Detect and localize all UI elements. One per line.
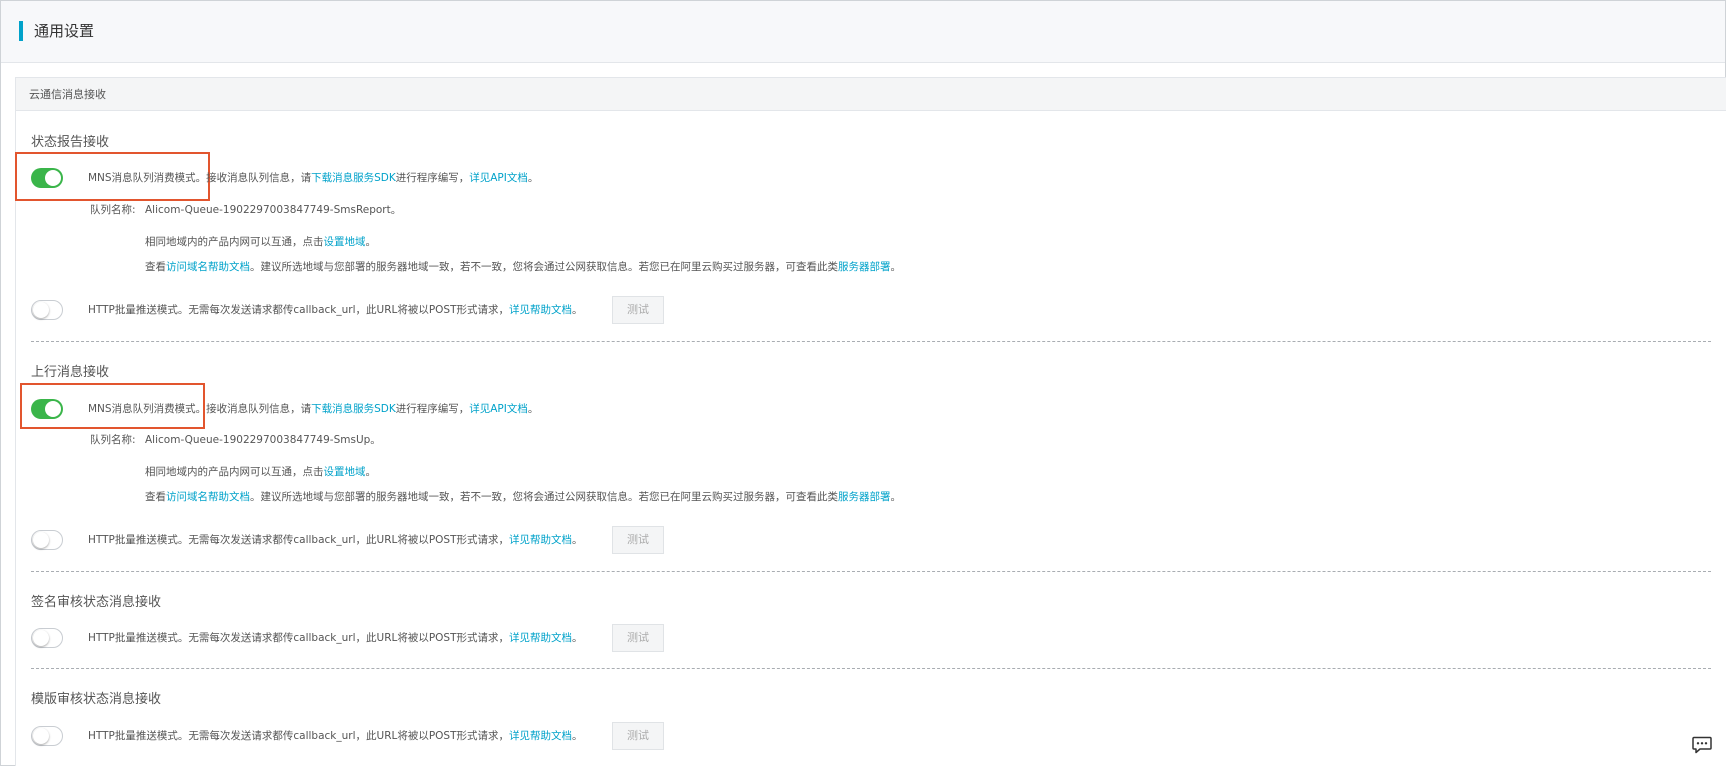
status-http-toggle[interactable] xyxy=(31,300,63,320)
toggle-knob xyxy=(33,630,49,646)
status-domain-help-link[interactable]: 访问域名帮助文档 xyxy=(166,261,250,273)
upstream-region-note: 相同地域内的产品内网可以互通，点击设置地域。 xyxy=(145,465,376,479)
upstream-download-sdk-link[interactable]: 下载消息服务SDK xyxy=(311,403,396,415)
section-title-status-report: 状态报告接收 xyxy=(31,135,110,150)
toggle-knob xyxy=(45,170,61,186)
template-http-description: HTTP批量推送模式。无需每次发送请求都传callback_url，此URL将被… xyxy=(88,729,583,743)
status-set-region-link[interactable]: 设置地域 xyxy=(324,236,366,248)
template-http-text: HTTP批量推送模式。无需每次发送请求都传callback_url，此URL将被… xyxy=(88,730,510,742)
signature-http-end: 。 xyxy=(572,632,583,644)
chat-bubble-icon[interactable] xyxy=(1692,736,1712,754)
upstream-set-region-link[interactable]: 设置地域 xyxy=(324,466,366,478)
upstream-http-description: HTTP批量推送模式。无需每次发送请求都传callback_url，此URL将被… xyxy=(88,533,583,547)
divider xyxy=(31,571,1711,572)
panel-header: 云通信消息接收 xyxy=(16,78,1726,111)
signature-http-help-link[interactable]: 详见帮助文档 xyxy=(509,632,572,644)
status-mns-description: MNS消息队列消费模式。接收消息队列信息，请下载消息服务SDK进行程序编写，详见… xyxy=(88,171,538,185)
status-help-end: 。 xyxy=(890,261,902,273)
status-http-description: HTTP批量推送模式。无需每次发送请求都传callback_url，此URL将被… xyxy=(88,303,583,317)
upstream-help-end: 。 xyxy=(890,491,902,503)
status-help-pre: 查看 xyxy=(145,261,166,273)
status-help-text: 。建议所选地域与您部署的服务器地域一致，若不一致，您将会通过公网获取信息。若您已… xyxy=(250,261,838,273)
signature-http-description: HTTP批量推送模式。无需每次发送请求都传callback_url，此URL将被… xyxy=(88,631,583,645)
status-region-end: 。 xyxy=(365,236,377,248)
toggle-knob xyxy=(33,302,49,318)
toggle-knob xyxy=(33,532,49,548)
template-http-toggle[interactable] xyxy=(31,726,63,746)
status-http-help-link[interactable]: 详见帮助文档 xyxy=(509,304,572,316)
template-http-end: 。 xyxy=(572,730,583,742)
upstream-server-deploy-link[interactable]: 服务器部署 xyxy=(838,491,891,503)
status-mns-mid-text: 进行程序编写， xyxy=(395,172,470,184)
chat-bubble-svg xyxy=(1692,736,1712,754)
status-server-deploy-link[interactable]: 服务器部署 xyxy=(838,261,891,273)
upstream-mns-text: MNS消息队列消费模式。接收消息队列信息，请 xyxy=(88,403,312,415)
divider xyxy=(31,341,1711,342)
upstream-queue-name: Alicom-Queue-1902297003847749-SmsUp。 xyxy=(145,434,381,446)
title-accent-bar xyxy=(19,21,23,41)
upstream-help-pre: 查看 xyxy=(145,491,166,503)
status-http-text: HTTP批量推送模式。无需每次发送请求都传callback_url，此URL将被… xyxy=(88,304,510,316)
status-mns-toggle[interactable] xyxy=(31,168,63,188)
template-http-help-link[interactable]: 详见帮助文档 xyxy=(509,730,572,742)
section-title-upstream: 上行消息接收 xyxy=(31,365,110,380)
upstream-http-help-link[interactable]: 详见帮助文档 xyxy=(509,534,572,546)
divider xyxy=(31,668,1711,669)
page-title: 通用设置 xyxy=(34,22,95,40)
status-mns-end: 。 xyxy=(527,172,539,184)
section-title-template-review: 模版审核状态消息接收 xyxy=(31,692,162,707)
status-queue-name: Alicom-Queue-1902297003847749-SmsReport。 xyxy=(145,204,402,216)
upstream-http-end: 。 xyxy=(572,534,583,546)
panel-title: 云通信消息接收 xyxy=(29,88,106,101)
signature-http-toggle[interactable] xyxy=(31,628,63,648)
status-api-doc-link[interactable]: 详见API文档 xyxy=(469,172,528,184)
upstream-mns-mid-text: 进行程序编写， xyxy=(395,403,470,415)
upstream-queue-label: 队列名称: xyxy=(90,434,136,446)
upstream-http-text: HTTP批量推送模式。无需每次发送请求都传callback_url，此URL将被… xyxy=(88,534,510,546)
upstream-http-toggle[interactable] xyxy=(31,530,63,550)
status-http-end: 。 xyxy=(572,304,583,316)
upstream-test-button[interactable]: 测试 xyxy=(612,526,664,554)
upstream-help-text: 。建议所选地域与您部署的服务器地域一致，若不一致，您将会通过公网获取信息。若您已… xyxy=(250,491,838,503)
upstream-mns-end: 。 xyxy=(527,403,539,415)
status-queue-label: 队列名称: xyxy=(90,204,136,216)
upstream-help-note: 查看访问域名帮助文档。建议所选地域与您部署的服务器地域一致，若不一致，您将会通过… xyxy=(145,490,901,504)
upstream-api-doc-link[interactable]: 详见API文档 xyxy=(469,403,528,415)
status-test-button[interactable]: 测试 xyxy=(612,296,664,324)
toggle-knob xyxy=(45,401,61,417)
upstream-mns-description: MNS消息队列消费模式。接收消息队列信息，请下载消息服务SDK进行程序编写，详见… xyxy=(88,402,538,416)
upstream-region-end: 。 xyxy=(365,466,377,478)
status-region-note: 相同地域内的产品内网可以互通，点击设置地域。 xyxy=(145,235,376,249)
page-header: 通用设置 xyxy=(1,1,1725,63)
status-region-text: 相同地域内的产品内网可以互通，点击 xyxy=(145,236,324,248)
toggle-knob xyxy=(33,728,49,744)
upstream-domain-help-link[interactable]: 访问域名帮助文档 xyxy=(166,491,250,503)
upstream-region-text: 相同地域内的产品内网可以互通，点击 xyxy=(145,466,324,478)
status-download-sdk-link[interactable]: 下载消息服务SDK xyxy=(311,172,396,184)
signature-test-button[interactable]: 测试 xyxy=(612,624,664,652)
status-help-note: 查看访问域名帮助文档。建议所选地域与您部署的服务器地域一致，若不一致，您将会通过… xyxy=(145,260,901,274)
signature-http-text: HTTP批量推送模式。无需每次发送请求都传callback_url，此URL将被… xyxy=(88,632,510,644)
status-mns-text: MNS消息队列消费模式。接收消息队列信息，请 xyxy=(88,172,312,184)
upstream-mns-toggle[interactable] xyxy=(31,399,63,419)
section-title-signature-review: 签名审核状态消息接收 xyxy=(31,595,162,610)
template-test-button[interactable]: 测试 xyxy=(612,722,664,750)
